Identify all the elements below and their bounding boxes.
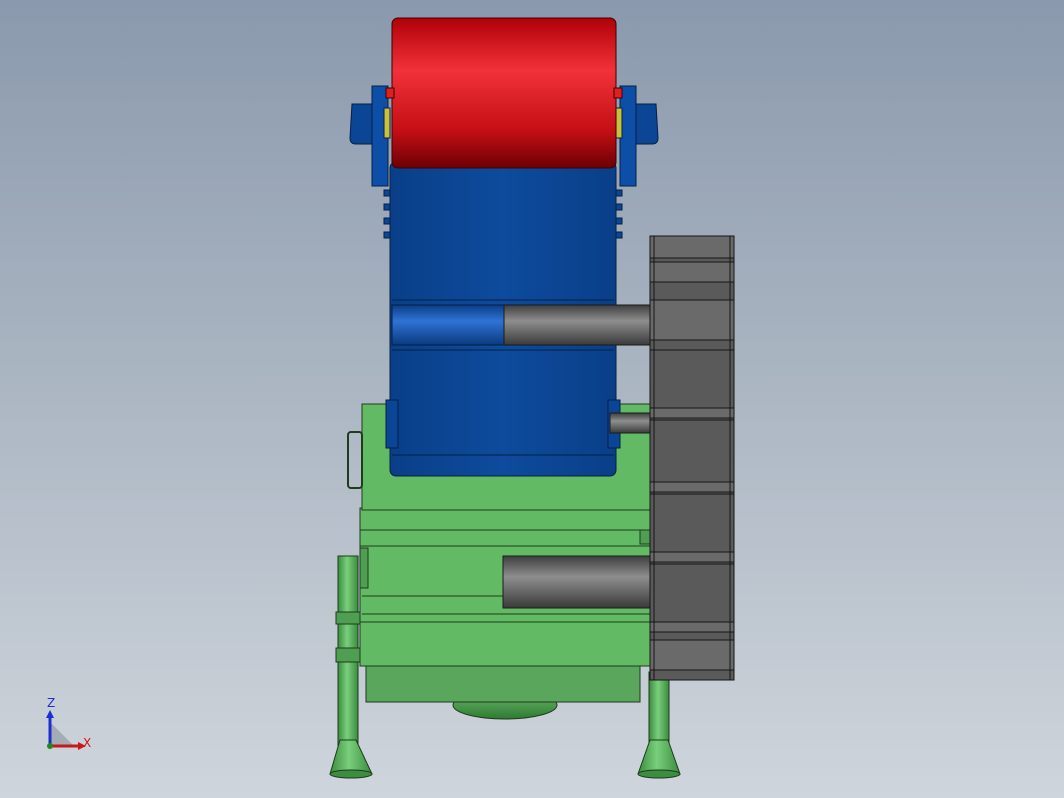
right-roller-bracket[interactable]: [615, 85, 659, 187]
left-roller-bracket[interactable]: [349, 85, 391, 187]
triad-x-label: X: [83, 736, 92, 750]
right-leg[interactable]: [637, 671, 681, 779]
red-roller[interactable]: [385, 17, 623, 169]
triad-z-label: Z: [47, 696, 56, 710]
gear-motor[interactable]: [649, 235, 735, 681]
view-triad[interactable]: Z X: [40, 696, 100, 756]
graphics-viewport[interactable]: Z X: [0, 0, 1064, 798]
small-shaft[interactable]: [609, 412, 655, 434]
lower-shaft[interactable]: [502, 555, 656, 609]
upper-shaft[interactable]: [391, 304, 655, 346]
cad-model[interactable]: [0, 0, 1064, 798]
